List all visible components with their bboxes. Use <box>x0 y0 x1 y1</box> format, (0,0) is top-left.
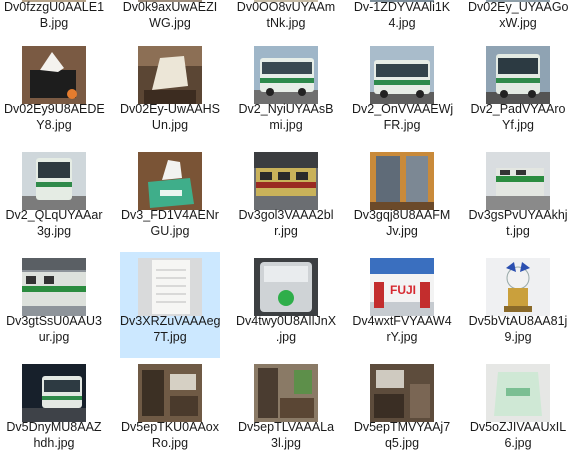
file-item[interactable]: Dv3_FD1V4AENr GU.jpg <box>120 146 220 252</box>
train-interior-photo-icon <box>370 152 434 210</box>
file-item[interactable]: Dv5bVtAU8AA81j 9.jpg <box>468 252 568 358</box>
file-item[interactable]: Dv3gol3VAAA2bl r.jpg <box>236 146 336 252</box>
towel-photo-icon <box>486 364 550 422</box>
file-name: Dv02Ey9U8AEDE Y8.jpg <box>4 102 105 132</box>
file-name: Dv2_QLqUYAAar 3g.jpg <box>5 208 103 238</box>
file-item[interactable]: Dv5epTKU0AAox Ro.jpg <box>120 358 220 464</box>
bus-photo-icon <box>370 46 434 104</box>
device-photo-icon <box>254 258 318 316</box>
tissue-box-photo-icon <box>22 46 86 104</box>
file-item[interactable]: Dv2_QLqUYAAar 3g.jpg <box>4 146 104 252</box>
file-name: Dv5bVtAU8AA81j 9.jpg <box>468 314 568 344</box>
tissue-box-photo-icon <box>138 152 202 210</box>
room-photo-icon <box>254 364 318 422</box>
room-photo-icon <box>138 364 202 422</box>
file-name: Dv4twy0U8AIlJnX .jpg <box>236 314 337 344</box>
figure-photo-icon <box>486 258 550 316</box>
file-item[interactable]: Dv3gqj8U8AAFM Jv.jpg <box>352 146 452 252</box>
file-name: Dv2_PadVYAAro Yf.jpg <box>470 102 566 132</box>
bus-photo-icon <box>22 152 86 210</box>
file-item[interactable]: Dv5DnyMU8AAZ hdh.jpg <box>4 358 104 464</box>
train-photo-icon <box>254 152 318 210</box>
tissue-box-photo-icon <box>138 46 202 104</box>
file-name: Dv0fzzgU0AALE1 B.jpg <box>4 0 105 30</box>
file-name: Dv3gol3VAAA2bl r.jpg <box>238 208 334 238</box>
file-name: Dv3gsPvUYAAkhj t.jpg <box>468 208 568 238</box>
file-name: Dv0k9axUwAEZI WG.jpg <box>122 0 218 30</box>
file-item[interactable]: Dv4twy0U8AIlJnX .jpg <box>236 252 336 358</box>
file-item[interactable]: Dv0k9axUwAEZI WG.jpg <box>120 0 220 44</box>
file-item[interactable]: Dv2_PadVYAAro Yf.jpg <box>468 40 568 146</box>
file-name: Dv02Ey-UwAAHS Un.jpg <box>120 102 221 132</box>
file-item[interactable]: Dv3gtSsU0AAU3 ur.jpg <box>4 252 104 358</box>
file-item[interactable]: Dv02Ey-UwAAHS Un.jpg <box>120 40 220 146</box>
svg-text:FUJI: FUJI <box>390 283 416 297</box>
file-name: Dv3_FD1V4AENr GU.jpg <box>121 208 219 238</box>
file-name: Dv5epTLVAAALa 3l.jpg <box>237 420 335 450</box>
file-item[interactable]: Dv3gsPvUYAAkhj t.jpg <box>468 146 568 252</box>
file-name: Dv4wxtFVYAAW4 rY.jpg <box>352 314 452 344</box>
train-photo-icon <box>22 258 86 316</box>
bus-photo-icon <box>22 364 86 422</box>
file-name: Dv02Ey_UYAAGo xW.jpg <box>468 0 569 30</box>
file-item[interactable]: Dv-1ZDYVAAli1K 4.jpg <box>352 0 452 44</box>
file-item[interactable]: FUJI Dv4wxtFVYAAW4 rY.jpg <box>352 252 452 358</box>
train-photo-icon <box>486 152 550 210</box>
file-name: Dv5DnyMU8AAZ hdh.jpg <box>6 420 102 450</box>
event-photo-icon: FUJI <box>370 258 434 316</box>
file-name: Dv5epTMVYAAj7 q5.jpg <box>353 420 451 450</box>
file-name: Dv2_NyiUYAAsB mi.jpg <box>238 102 334 132</box>
file-item[interactable]: Dv02Ey9U8AEDE Y8.jpg <box>4 40 105 146</box>
file-item[interactable]: Dv2_NyiUYAAsB mi.jpg <box>236 40 336 146</box>
file-item[interactable]: Dv5epTLVAAALa 3l.jpg <box>236 358 336 464</box>
file-name: Dv0OO8vUYAAm tNk.jpg <box>236 0 336 30</box>
file-name: Dv2_OnVVAAEWj FR.jpg <box>352 102 454 132</box>
file-item-selected[interactable]: Dv3XRZuVAAAeg 7T.jpg <box>120 252 221 358</box>
file-item[interactable]: Dv5epTMVYAAj7 q5.jpg <box>352 358 452 464</box>
file-item[interactable]: Dv2_OnVVAAEWj FR.jpg <box>352 40 454 146</box>
room-photo-icon <box>370 364 434 422</box>
file-name: Dv3gtSsU0AAU3 ur.jpg <box>6 314 102 344</box>
bus-photo-icon <box>486 46 550 104</box>
file-item[interactable]: Dv0fzzgU0AALE1 B.jpg <box>4 0 104 44</box>
bus-photo-icon <box>254 46 318 104</box>
file-name: Dv5oZJIVAAUxIL 6.jpg <box>469 420 567 450</box>
file-item[interactable]: Dv0OO8vUYAAm tNk.jpg <box>236 0 336 44</box>
file-name: Dv-1ZDYVAAli1K 4.jpg <box>353 0 451 30</box>
file-name: Dv5epTKU0AAox Ro.jpg <box>121 420 219 450</box>
file-name: Dv3XRZuVAAAeg 7T.jpg <box>120 314 221 344</box>
file-item[interactable]: Dv5oZJIVAAUxIL 6.jpg <box>468 358 568 464</box>
paper-photo-icon <box>138 258 202 316</box>
file-item[interactable]: Dv02Ey_UYAAGo xW.jpg <box>468 0 569 44</box>
file-name: Dv3gqj8U8AAFM Jv.jpg <box>353 208 451 238</box>
